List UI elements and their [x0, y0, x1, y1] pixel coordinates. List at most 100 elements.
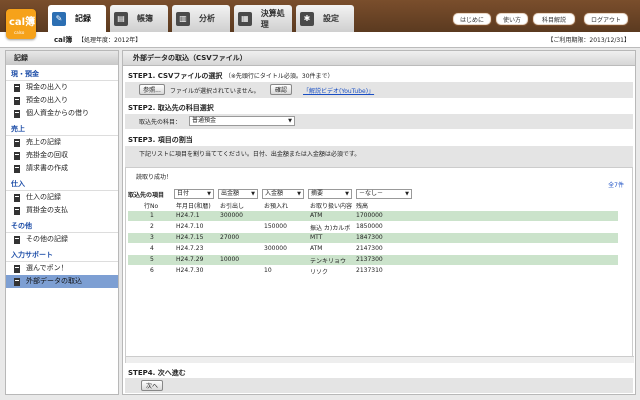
chevron-down-icon: ▼	[207, 191, 211, 197]
logo-sub: calso	[14, 30, 25, 35]
table-cell: MTT	[310, 234, 323, 241]
sidebar-item-label: 預金の出入り	[26, 96, 68, 104]
record-count: 全7件	[608, 182, 624, 189]
table-header: 行No	[144, 203, 159, 210]
tab-ledger-label: 帳簿	[137, 14, 153, 23]
intro-link[interactable]: はじめに	[452, 12, 492, 26]
step1-title-text: STEP1. CSVファイルの選択	[128, 72, 223, 80]
browse-button[interactable]: 参照...	[139, 84, 165, 95]
tab-record[interactable]: ✎ 記録	[48, 5, 106, 32]
document-icon	[14, 165, 20, 173]
table-header: 年月日(和暦)	[176, 203, 211, 210]
table-cell: 1847300	[356, 234, 383, 241]
tab-record-label: 記録	[75, 14, 91, 23]
document-icon	[14, 97, 20, 105]
sidebar-item-personal-loan[interactable]: 個人資金からの借り	[6, 107, 118, 120]
sidebar-item-receivable[interactable]: 売掛金の回収	[6, 149, 118, 162]
document-icon	[14, 207, 20, 215]
logout-button[interactable]: ログアウト	[583, 12, 629, 26]
section-cash: 現・預金	[6, 68, 118, 81]
sidebar-item-label: 請求書の作成	[26, 164, 68, 172]
map-select-5[interactable]: －なし－ ▼	[356, 189, 412, 199]
table-cell: 5	[150, 256, 154, 263]
confirm-button[interactable]: 確認	[270, 84, 292, 95]
document-icon	[14, 278, 20, 286]
document-icon	[14, 84, 20, 92]
app-logo[interactable]: cal簿 calso	[6, 9, 36, 39]
table-cell: テンキリョウ	[310, 258, 347, 265]
sidebar-item-deposit[interactable]: 預金の出入り	[6, 94, 118, 107]
chart-icon: ▥	[176, 11, 190, 26]
book-icon: ▤	[114, 11, 128, 26]
next-button[interactable]: 次へ	[141, 380, 163, 391]
map-select-2[interactable]: 出金額 ▼	[218, 189, 258, 199]
sidebar-item-import[interactable]: 外部データの取込	[6, 275, 118, 288]
table-header: お取り扱い内容	[310, 203, 353, 210]
howto-link[interactable]: 使い方	[495, 12, 529, 26]
map-select-value: 入金額	[265, 190, 284, 197]
calculator-icon: ▦	[238, 11, 252, 26]
section-sales: 売上	[6, 123, 118, 136]
tab-settings[interactable]: ✱ 設定	[296, 5, 354, 32]
tab-ledger[interactable]: ▤ 帳簿	[110, 5, 168, 32]
sidebar-item-payable[interactable]: 買掛金の支払	[6, 204, 118, 217]
sidebar-item-label: 外部データの取込	[26, 277, 82, 285]
account-guide-link[interactable]: 科目解説	[532, 12, 576, 26]
step1-note: （※先頭行にタイトル必須。30件まで）	[224, 73, 334, 80]
map-select-3[interactable]: 入金額 ▼	[262, 189, 304, 199]
main-panel: 外部データの取込（CSVファイル） STEP1. CSVファイルの選択 （※先頭…	[122, 50, 636, 395]
sidebar-item-cash[interactable]: 現金の出入り	[6, 81, 118, 94]
table-cell: 6	[150, 267, 154, 274]
table-cell: 振込 カ)カルボ	[310, 225, 351, 232]
map-select-4[interactable]: 摘要 ▼	[308, 189, 352, 199]
step4-panel: 次へ	[125, 378, 633, 393]
sidebar: 記録 現・預金 現金の出入り 預金の出入り 個人資金からの借り 売上 売上の記録…	[5, 50, 119, 395]
sidebar-title: 記録	[6, 51, 118, 65]
fiscal-year: 【処理年度：2012年】	[78, 37, 142, 44]
tab-analysis[interactable]: ▥ 分析	[172, 5, 230, 32]
horizontal-scrollbar[interactable]	[126, 356, 634, 363]
step1-panel: 参照... ファイルが選択されていません。 確認 「解説ビデオ(YouTube)…	[125, 82, 633, 98]
chevron-down-icon: ▼	[405, 191, 409, 197]
sidebar-item-sales[interactable]: 売上の記録	[6, 136, 118, 149]
table-cell: 1850000	[356, 223, 383, 230]
sidebar-item-purchase[interactable]: 仕入の記録	[6, 191, 118, 204]
tab-closing[interactable]: ▦ 決算処理	[234, 5, 292, 32]
file-status: ファイルが選択されていません。	[170, 88, 260, 95]
step2-panel: 取込先の科目： 普通預金 ▼	[125, 114, 633, 129]
table-cell: H24.7.30	[176, 267, 204, 274]
import-data-area: 読取り成功！ 全7件 取込先の項目 日付 ▼ 出金額 ▼ 入金額 ▼ 摘要 ▼ －なし－…	[125, 167, 634, 363]
table-header: 残高	[356, 203, 369, 210]
tab-settings-label: 設定	[323, 14, 339, 23]
table-cell: H24.7.23	[176, 245, 204, 252]
sidebar-item-label: 仕入の記録	[26, 193, 61, 201]
table-cell: 1700000	[356, 212, 383, 219]
account-label: 取込先の科目：	[139, 119, 182, 126]
table-cell: 10	[264, 267, 272, 274]
sidebar-item-label: その他の記録	[26, 235, 68, 243]
sidebar-item-label: 選んでポン！	[26, 264, 68, 272]
table-cell: H24.7.1	[176, 212, 200, 219]
sidebar-item-label: 売上の記録	[26, 138, 61, 146]
step3-instruction: 下記リストに項目を割り当ててください。日付、出金額または入金額は必須です。	[139, 151, 361, 158]
page-title: 外部データの取込（CSVファイル）	[123, 51, 635, 66]
expiry-date: 【ご利用期限：2013/12/31】	[547, 37, 630, 44]
video-link[interactable]: 「解説ビデオ(YouTube)」	[303, 86, 374, 95]
document-icon	[14, 139, 20, 147]
table-cell: ATM	[310, 212, 323, 219]
sidebar-item-other[interactable]: その他の記録	[6, 233, 118, 246]
sidebar-item-pick[interactable]: 選んでポン！	[6, 262, 118, 275]
section-other: その他	[6, 220, 118, 233]
table-cell: 2	[150, 223, 154, 230]
chevron-down-icon: ▼	[251, 191, 255, 197]
account-select[interactable]: 普通預金 ▼	[189, 116, 295, 126]
step4-title: STEP4. 次へ進む	[128, 369, 186, 377]
sidebar-item-invoice[interactable]: 請求書の作成	[6, 162, 118, 175]
map-select-value: 日付	[177, 190, 190, 197]
map-select-1[interactable]: 日付 ▼	[174, 189, 214, 199]
tab-closing-label: 決算処理	[260, 8, 285, 29]
table-row: 6 H24.7.30 10 リソク 2137310	[128, 266, 618, 276]
table-row: 1 H24.7.1 300000 ATM 1700000	[128, 211, 618, 221]
sidebar-item-label: 買掛金の支払	[26, 206, 68, 214]
read-success: 読取り成功！	[136, 174, 173, 181]
